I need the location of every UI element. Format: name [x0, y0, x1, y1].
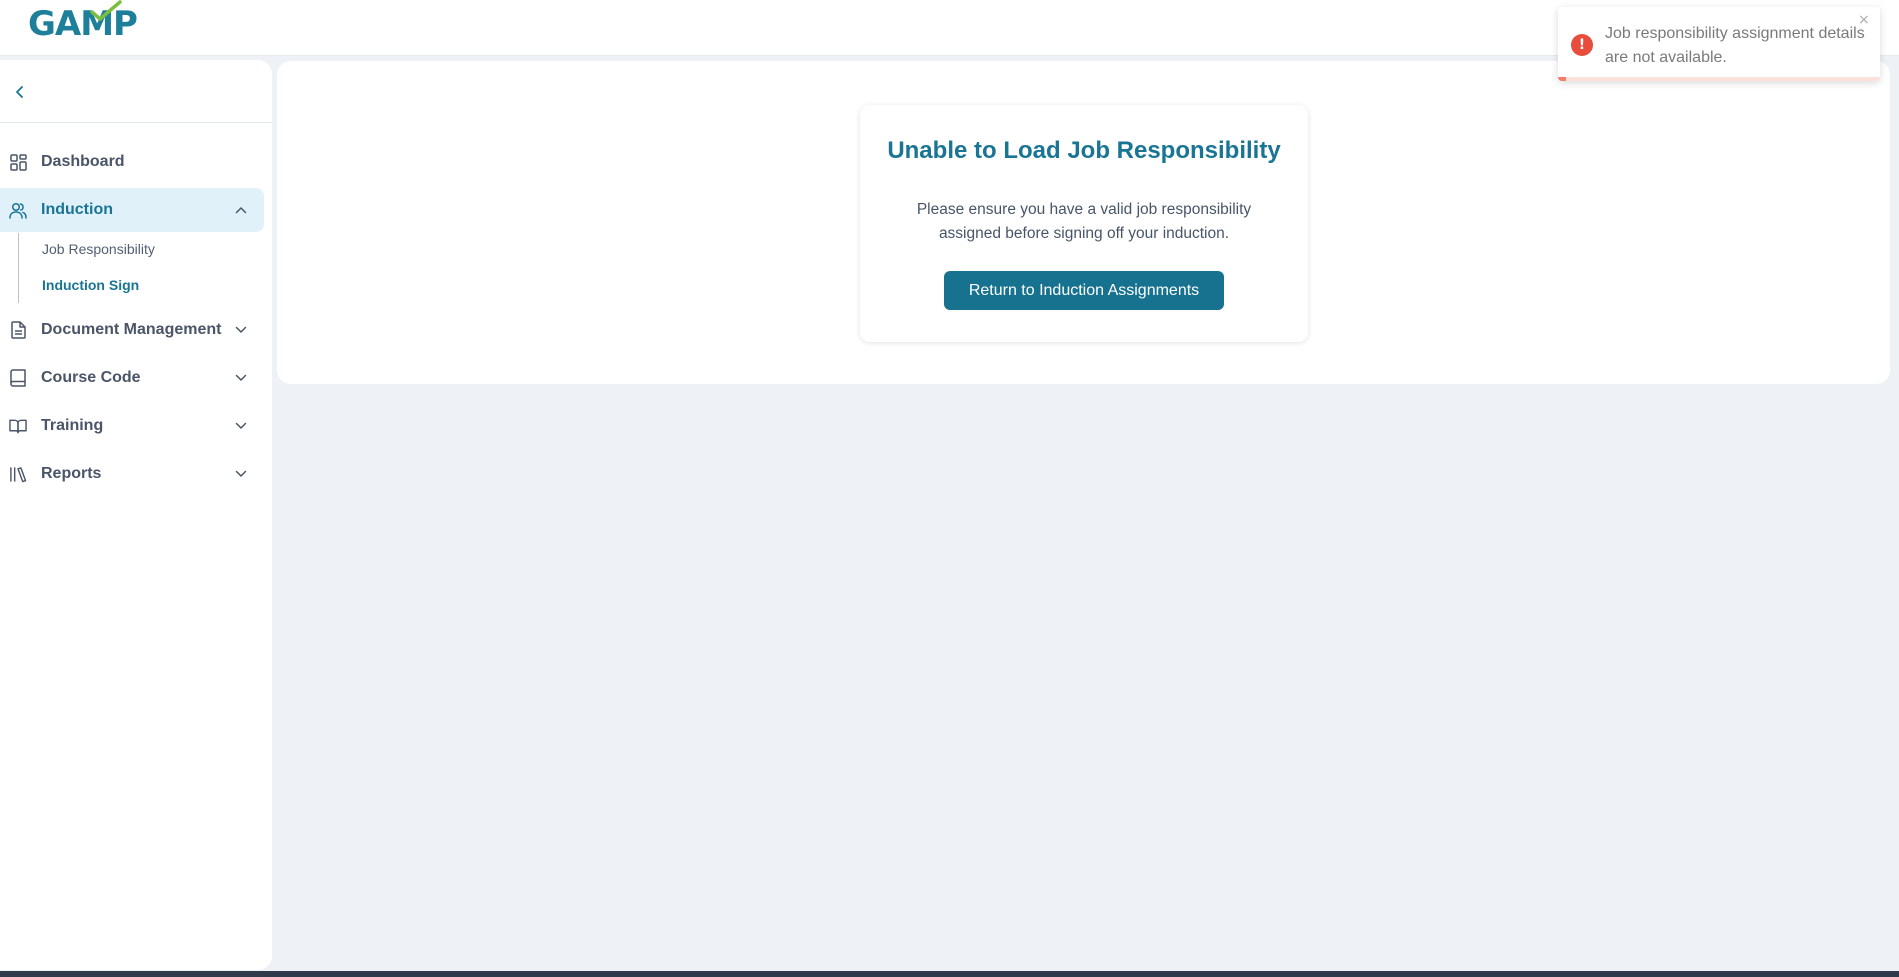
error-title: Unable to Load Job Responsibility [887, 137, 1281, 164]
error-card: Unable to Load Job Responsibility Please… [860, 105, 1308, 342]
error-toast: ! Job responsibility assignment details … [1558, 7, 1880, 81]
chevron-down-icon [234, 371, 248, 385]
users-icon [9, 200, 27, 220]
open-book-icon [9, 416, 27, 436]
sidebar-item-dashboard[interactable]: Dashboard [0, 140, 264, 184]
sidebar-item-induction[interactable]: Induction [0, 188, 264, 232]
book-icon [9, 368, 27, 388]
chevron-up-icon [234, 203, 248, 217]
window-bottom-edge [0, 971, 1899, 977]
toast-progress-bar [1558, 77, 1880, 81]
sidebar-collapse-button[interactable] [10, 82, 30, 102]
sidebar-divider [0, 122, 272, 123]
dashboard-grid-icon [9, 152, 27, 172]
sidebar-subitem-job-responsibility[interactable]: Job Responsibility [42, 241, 155, 257]
chevron-down-icon [234, 323, 248, 337]
document-icon [9, 320, 27, 340]
gamp-logo[interactable]: GAMP [28, 0, 138, 44]
sidebar-item-label: Induction [41, 201, 113, 218]
sidebar-item-label: Dashboard [41, 153, 125, 170]
error-message: Please ensure you have a valid job respo… [916, 201, 1252, 242]
submenu-guide-line [18, 233, 19, 303]
sidebar-item-reports[interactable]: Reports [0, 452, 264, 496]
chevron-left-icon [16, 86, 23, 98]
sidebar-item-training[interactable]: Training [0, 404, 264, 448]
sidebar-subitem-induction-sign[interactable]: Induction Sign [42, 277, 139, 293]
return-to-induction-assignments-button[interactable]: Return to Induction Assignments [944, 271, 1224, 310]
sidebar: Dashboard Induction Job Responsibility I… [0, 60, 272, 970]
chevron-down-icon [234, 467, 248, 481]
close-icon[interactable]: × [1858, 13, 1872, 27]
sidebar-item-document-management[interactable]: Document Management [0, 308, 264, 352]
sidebar-item-label: Training [41, 417, 104, 434]
sidebar-item-label: Course Code [41, 369, 141, 386]
library-icon [9, 464, 27, 484]
toast-message: Job responsibility assignment details ar… [1605, 25, 1865, 66]
chevron-down-icon [234, 419, 248, 433]
logo-check-icon [90, 0, 122, 21]
error-alert-icon: ! [1571, 34, 1593, 56]
sidebar-item-course-code[interactable]: Course Code [0, 356, 264, 400]
sidebar-item-label: Reports [41, 465, 102, 482]
sidebar-item-label: Document Management [41, 321, 222, 338]
